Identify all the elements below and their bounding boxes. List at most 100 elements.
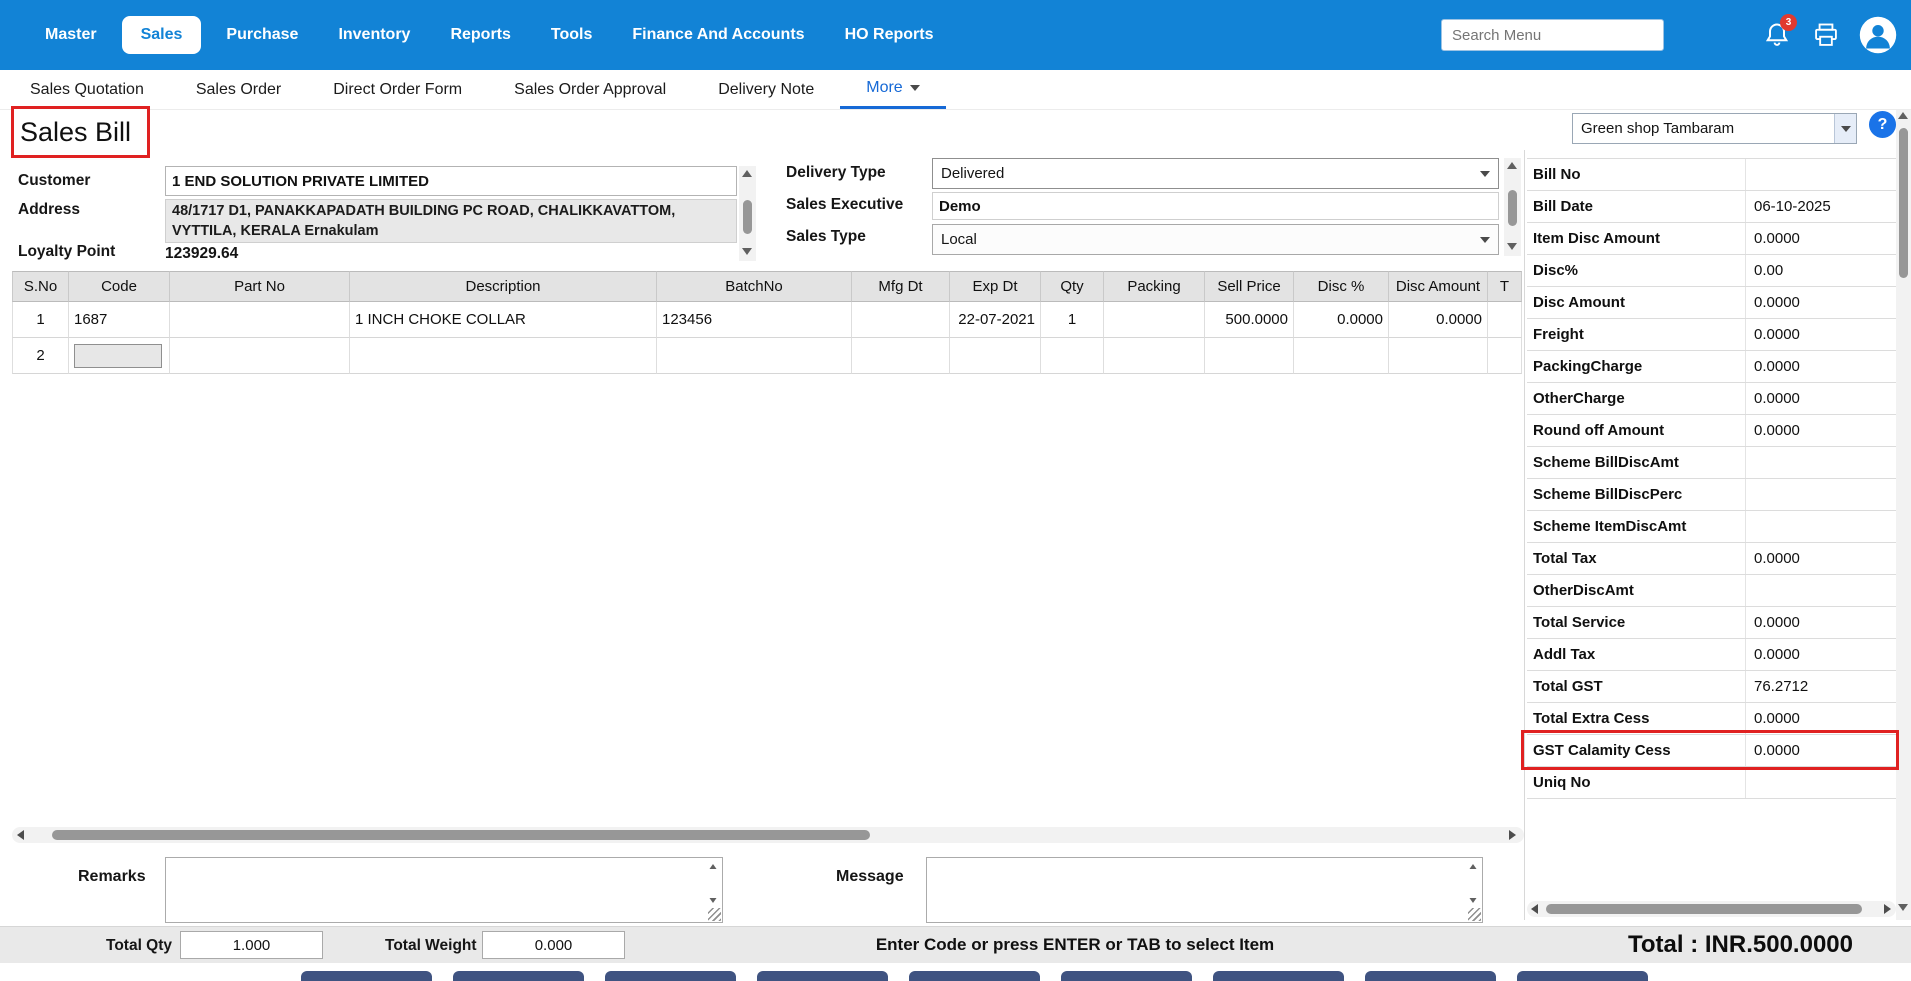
message-textarea[interactable] — [927, 858, 1482, 922]
scroll-down-icon[interactable] — [710, 898, 717, 903]
total-weight-input[interactable] — [482, 931, 625, 959]
bottom-action-button[interactable] — [909, 971, 1040, 981]
scroll-up-icon[interactable] — [742, 170, 752, 177]
summary-label: Scheme ItemDiscAmt — [1527, 511, 1745, 542]
address-label: Address — [18, 201, 80, 219]
notifications-button[interactable]: 3 — [1761, 19, 1793, 51]
nav-item-purchase[interactable]: Purchase — [211, 16, 313, 54]
customer-section-scrollbar-thumb[interactable] — [743, 200, 752, 234]
scroll-up-icon[interactable] — [710, 864, 717, 869]
branch-select[interactable]: Green shop Tambaram — [1572, 113, 1857, 144]
delivery-section-scrollbar-thumb[interactable] — [1508, 190, 1517, 226]
items-table-scrollbar-thumb[interactable] — [52, 830, 870, 840]
summary-row-total-tax: Total Tax0.0000 — [1527, 543, 1896, 575]
delivery-section-scrollbar[interactable] — [1504, 158, 1521, 256]
sales-type-select[interactable]: Local — [932, 224, 1499, 255]
user-avatar[interactable] — [1859, 16, 1897, 54]
summary-row-scheme-itemdiscamt: Scheme ItemDiscAmt — [1527, 511, 1896, 543]
table-row: 2 — [12, 338, 1524, 374]
menu-search-input[interactable] — [1441, 19, 1664, 51]
scroll-down-icon[interactable] — [1470, 898, 1477, 903]
items-table-horizontal-scrollbar[interactable] — [12, 827, 1524, 843]
scroll-down-icon[interactable] — [1507, 243, 1517, 250]
summary-scrollbar-thumb[interactable] — [1546, 904, 1862, 914]
summary-label: OtherDiscAmt — [1527, 575, 1745, 606]
scroll-up-icon[interactable] — [1898, 112, 1908, 119]
scroll-down-icon[interactable] — [1898, 904, 1908, 911]
summary-row-otherdiscamt: OtherDiscAmt — [1527, 575, 1896, 607]
nav-item-finance-and-accounts[interactable]: Finance And Accounts — [617, 16, 819, 54]
total-qty-input[interactable] — [180, 931, 323, 959]
grand-total: Total : INR.500.0000 — [1628, 931, 1853, 959]
page-vertical-scrollbar[interactable] — [1896, 108, 1911, 920]
address-field[interactable]: 48/1717 D1, PANAKKAPADATH BUILDING PC RO… — [165, 199, 737, 243]
bottom-action-button[interactable] — [1061, 971, 1192, 981]
bottom-action-button[interactable] — [301, 971, 432, 981]
scroll-left-icon[interactable] — [17, 830, 24, 840]
tab-sales-order-approval[interactable]: Sales Order Approval — [488, 70, 692, 109]
loyalty-point-value: 123929.64 — [165, 245, 238, 263]
summary-value: 0.0000 — [1745, 223, 1896, 254]
summary-row-gst-calamity-cess: GST Calamity Cess0.0000 — [1527, 735, 1896, 767]
scroll-left-icon[interactable] — [1531, 904, 1538, 914]
customer-input[interactable] — [165, 166, 737, 196]
column-header-description: Description — [350, 271, 657, 302]
summary-horizontal-scrollbar[interactable] — [1527, 901, 1896, 917]
remarks-textarea[interactable] — [166, 858, 722, 922]
delivery-type-select[interactable]: Delivered — [932, 158, 1499, 189]
nav-item-reports[interactable]: Reports — [435, 16, 525, 54]
column-header-part-no: Part No — [170, 271, 350, 302]
bottom-action-button[interactable] — [1517, 971, 1648, 981]
column-header-disc-amount: Disc Amount — [1389, 271, 1488, 302]
message-field — [926, 857, 1483, 923]
summary-label: GST Calamity Cess — [1527, 735, 1745, 766]
cell-mfg-dt — [852, 338, 950, 374]
scroll-up-icon[interactable] — [1470, 864, 1477, 869]
nav-item-inventory[interactable]: Inventory — [323, 16, 425, 54]
bottom-action-button[interactable] — [605, 971, 736, 981]
summary-label: Scheme BillDiscAmt — [1527, 447, 1745, 478]
cell-exp-dt: 22-07-2021 — [950, 302, 1041, 338]
scroll-down-icon[interactable] — [742, 248, 752, 255]
tab-label: Direct Order Form — [333, 81, 462, 99]
total-qty-label: Total Qty — [106, 937, 172, 955]
scroll-right-icon[interactable] — [1509, 830, 1516, 840]
nav-item-sales[interactable]: Sales — [122, 16, 202, 54]
bottom-action-button[interactable] — [1213, 971, 1344, 981]
tab-more[interactable]: More — [840, 70, 945, 109]
column-header-mfg-dt: Mfg Dt — [852, 271, 950, 302]
remarks-label: Remarks — [78, 868, 146, 886]
customer-section-scrollbar[interactable] — [739, 166, 756, 261]
tab-direct-order-form[interactable]: Direct Order Form — [307, 70, 488, 109]
nav-item-ho-reports[interactable]: HO Reports — [830, 16, 949, 54]
nav-item-master[interactable]: Master — [30, 16, 112, 54]
notification-count-badge: 3 — [1780, 14, 1797, 31]
summary-label: OtherCharge — [1527, 383, 1745, 414]
tab-delivery-note[interactable]: Delivery Note — [692, 70, 840, 109]
cell-t — [1488, 338, 1522, 374]
summary-value: 0.0000 — [1745, 639, 1896, 670]
scroll-up-icon[interactable] — [1507, 162, 1517, 169]
tab-sales-quotation[interactable]: Sales Quotation — [4, 70, 170, 109]
resize-grip-icon[interactable] — [1468, 908, 1481, 921]
total-weight-label: Total Weight — [385, 937, 477, 955]
summary-row-addl-tax: Addl Tax0.0000 — [1527, 639, 1896, 671]
bottom-action-button[interactable] — [453, 971, 584, 981]
column-header-s-no: S.No — [12, 271, 69, 302]
summary-value: 0.0000 — [1745, 735, 1896, 766]
new-item-code-input[interactable] — [74, 344, 162, 368]
help-button[interactable]: ? — [1869, 111, 1896, 138]
tab-sales-order[interactable]: Sales Order — [170, 70, 307, 109]
cell-description: 1 INCH CHOKE COLLAR — [350, 302, 657, 338]
column-header-exp-dt: Exp Dt — [950, 271, 1041, 302]
sales-executive-input[interactable] — [932, 192, 1499, 220]
column-header-batchno: BatchNo — [657, 271, 852, 302]
branch-select-arrow[interactable] — [1834, 114, 1856, 143]
bottom-action-button[interactable] — [757, 971, 888, 981]
bottom-action-button[interactable] — [1365, 971, 1496, 981]
resize-grip-icon[interactable] — [708, 908, 721, 921]
print-button[interactable] — [1810, 19, 1842, 51]
nav-item-tools[interactable]: Tools — [536, 16, 607, 54]
scroll-right-icon[interactable] — [1884, 904, 1891, 914]
page-vertical-scrollbar-thumb[interactable] — [1899, 128, 1908, 278]
